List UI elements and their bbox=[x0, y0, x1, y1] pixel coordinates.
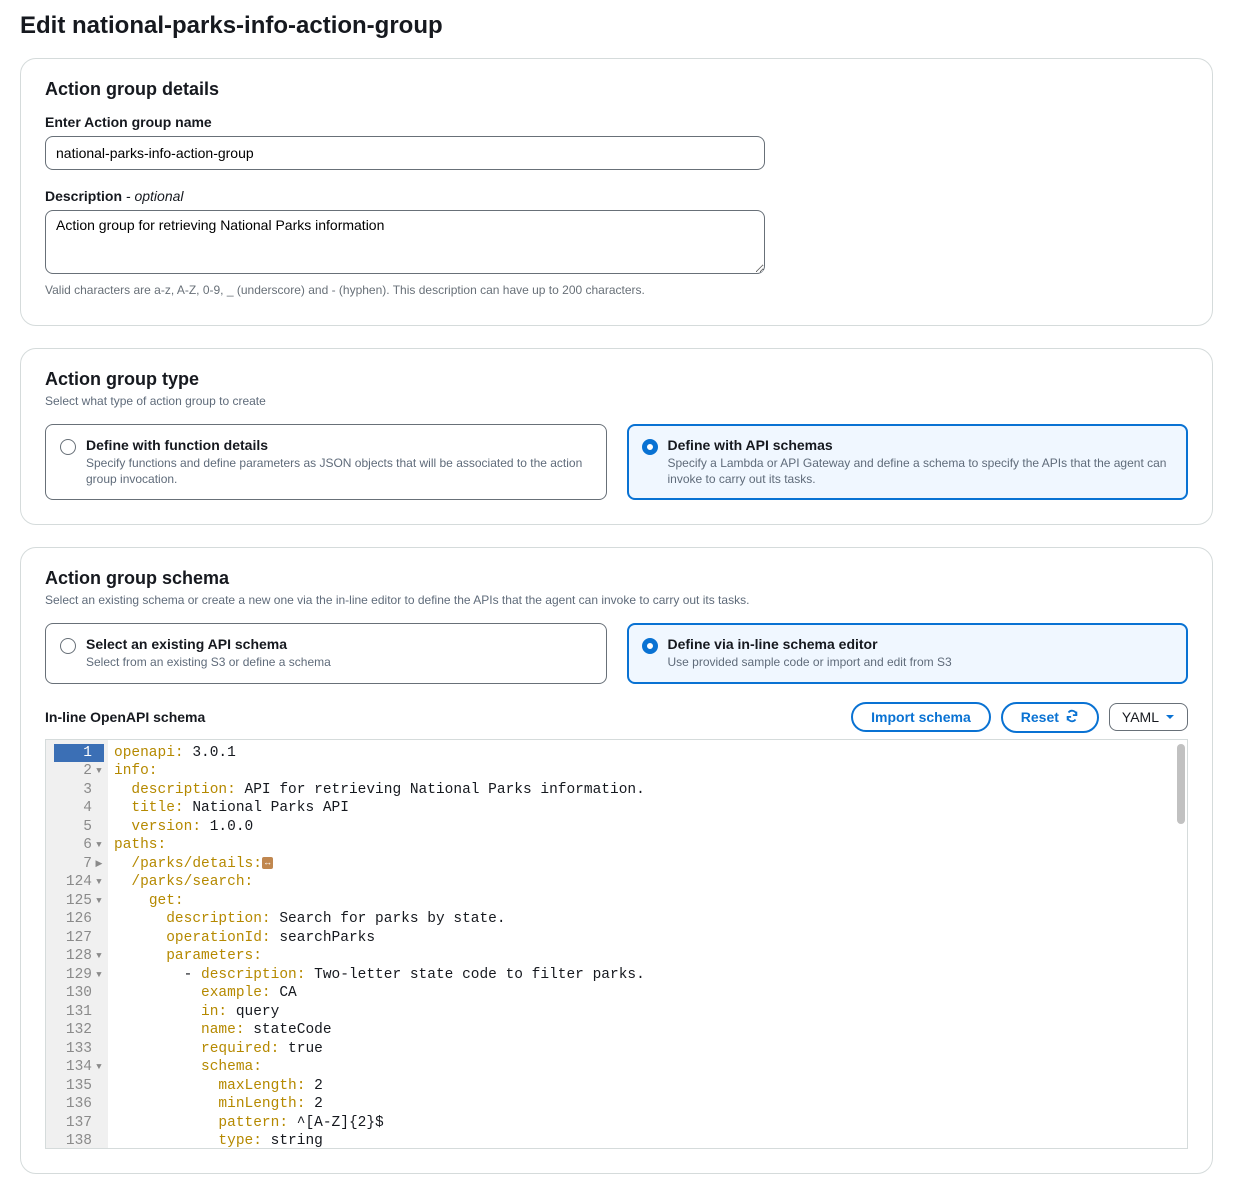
code-line[interactable]: - description: Two-letter state code to … bbox=[114, 966, 1181, 985]
fold-expanded-icon[interactable]: ▼ bbox=[94, 836, 104, 855]
line-number[interactable]: 131 bbox=[54, 1003, 104, 1022]
details-panel: Action group details Enter Action group … bbox=[20, 58, 1213, 326]
radio-icon bbox=[60, 638, 76, 654]
line-number[interactable]: 125▼ bbox=[54, 892, 104, 911]
type-subtext: Select what type of action group to crea… bbox=[45, 394, 1188, 408]
code-editor[interactable]: 12▼3456▼7▶124▼125▼126127128▼129▼13013113… bbox=[45, 739, 1188, 1149]
radio-icon bbox=[60, 439, 76, 455]
code-line[interactable]: example: CA bbox=[114, 984, 1181, 1003]
code-line[interactable]: in: query bbox=[114, 1003, 1181, 1022]
line-number[interactable]: 137 bbox=[54, 1114, 104, 1133]
fold-marker-icon[interactable]: ↔ bbox=[262, 857, 273, 869]
code-line[interactable]: maxLength: 2 bbox=[114, 1077, 1181, 1096]
fold-expanded-icon[interactable]: ▼ bbox=[94, 1058, 104, 1077]
code-line[interactable]: openapi: 3.0.1 bbox=[114, 744, 1181, 763]
refresh-icon bbox=[1065, 709, 1079, 726]
schema-option-1[interactable]: Define via in-line schema editor Use prov… bbox=[627, 623, 1189, 683]
name-label: Enter Action group name bbox=[45, 114, 1188, 130]
radio-description: Use provided sample code or import and e… bbox=[668, 654, 952, 670]
code-line[interactable]: info: bbox=[114, 762, 1181, 781]
radio-title: Define with API schemas bbox=[668, 437, 1174, 453]
description-help-text: Valid characters are a-z, A-Z, 0-9, _ (u… bbox=[45, 283, 1188, 297]
line-number[interactable]: 128▼ bbox=[54, 947, 104, 966]
line-number[interactable]: 136 bbox=[54, 1095, 104, 1114]
fold-collapsed-icon[interactable]: ▶ bbox=[94, 855, 104, 874]
code-line[interactable]: /parks/search: bbox=[114, 873, 1181, 892]
schema-panel: Action group schema Select an existing s… bbox=[20, 547, 1213, 1173]
radio-description: Specify functions and define parameters … bbox=[86, 455, 592, 487]
fold-expanded-icon[interactable]: ▼ bbox=[94, 966, 104, 985]
code-line[interactable]: name: stateCode bbox=[114, 1021, 1181, 1040]
type-option-1[interactable]: Define with API schemas Specify a Lambda … bbox=[627, 424, 1189, 500]
page-title: Edit national-parks-info-action-group bbox=[20, 0, 1213, 58]
import-schema-button[interactable]: Import schema bbox=[851, 702, 991, 732]
reset-button[interactable]: Reset bbox=[1001, 702, 1099, 733]
code-line[interactable]: schema: bbox=[114, 1058, 1181, 1077]
line-number[interactable]: 3 bbox=[54, 781, 104, 800]
line-number[interactable]: 138 bbox=[54, 1132, 104, 1149]
fold-expanded-icon[interactable]: ▼ bbox=[94, 762, 104, 781]
line-number[interactable]: 4 bbox=[54, 799, 104, 818]
schema-subtext: Select an existing schema or create a ne… bbox=[45, 593, 1188, 607]
line-number[interactable]: 135 bbox=[54, 1077, 104, 1096]
type-option-0[interactable]: Define with function details Specify func… bbox=[45, 424, 607, 500]
code-line[interactable]: description: API for retrieving National… bbox=[114, 781, 1181, 800]
radio-title: Define with function details bbox=[86, 437, 592, 453]
type-heading: Action group type bbox=[45, 369, 1188, 390]
line-number[interactable]: 134▼ bbox=[54, 1058, 104, 1077]
line-number[interactable]: 127 bbox=[54, 929, 104, 948]
radio-title: Select an existing API schema bbox=[86, 636, 331, 652]
code-line[interactable]: pattern: ^[A-Z]{2}$ bbox=[114, 1114, 1181, 1133]
description-label: Description - optional bbox=[45, 188, 1188, 204]
radio-description: Specify a Lambda or API Gateway and defi… bbox=[668, 455, 1174, 487]
line-number[interactable]: 124▼ bbox=[54, 873, 104, 892]
radio-title: Define via in-line schema editor bbox=[668, 636, 952, 652]
code-line[interactable]: parameters: bbox=[114, 947, 1181, 966]
code-line[interactable]: description: Search for parks by state. bbox=[114, 910, 1181, 929]
radio-icon bbox=[642, 638, 658, 654]
details-heading: Action group details bbox=[45, 79, 1188, 100]
code-line[interactable]: required: true bbox=[114, 1040, 1181, 1059]
code-line[interactable]: minLength: 2 bbox=[114, 1095, 1181, 1114]
code-line[interactable]: operationId: searchParks bbox=[114, 929, 1181, 948]
line-number[interactable]: 2▼ bbox=[54, 762, 104, 781]
type-panel: Action group type Select what type of ac… bbox=[20, 348, 1213, 525]
fold-expanded-icon[interactable]: ▼ bbox=[94, 947, 104, 966]
fold-expanded-icon[interactable]: ▼ bbox=[94, 892, 104, 911]
radio-icon bbox=[642, 439, 658, 455]
line-number[interactable]: 132 bbox=[54, 1021, 104, 1040]
fold-expanded-icon[interactable]: ▼ bbox=[94, 873, 104, 892]
line-number[interactable]: 6▼ bbox=[54, 836, 104, 855]
line-number[interactable]: 7▶ bbox=[54, 855, 104, 874]
line-number[interactable]: 1 bbox=[54, 744, 104, 763]
schema-option-0[interactable]: Select an existing API schema Select from… bbox=[45, 623, 607, 683]
code-line[interactable]: get: bbox=[114, 892, 1181, 911]
code-line[interactable]: /parks/details:↔ bbox=[114, 855, 1181, 874]
line-number[interactable]: 5 bbox=[54, 818, 104, 837]
code-line[interactable]: type: string bbox=[114, 1132, 1181, 1148]
radio-description: Select from an existing S3 or define a s… bbox=[86, 654, 331, 670]
editor-scrollbar[interactable] bbox=[1177, 744, 1185, 824]
action-group-name-input[interactable] bbox=[45, 136, 765, 170]
line-number[interactable]: 129▼ bbox=[54, 966, 104, 985]
line-number[interactable]: 130 bbox=[54, 984, 104, 1003]
line-number[interactable]: 133 bbox=[54, 1040, 104, 1059]
description-textarea[interactable]: Action group for retrieving National Par… bbox=[45, 210, 765, 274]
format-select[interactable]: YAML bbox=[1109, 703, 1188, 731]
openapi-schema-label: In-line OpenAPI schema bbox=[45, 709, 205, 725]
schema-heading: Action group schema bbox=[45, 568, 1188, 589]
code-line[interactable]: title: National Parks API bbox=[114, 799, 1181, 818]
line-number[interactable]: 126 bbox=[54, 910, 104, 929]
caret-down-icon bbox=[1165, 709, 1175, 725]
code-line[interactable]: paths: bbox=[114, 836, 1181, 855]
code-line[interactable]: version: 1.0.0 bbox=[114, 818, 1181, 837]
